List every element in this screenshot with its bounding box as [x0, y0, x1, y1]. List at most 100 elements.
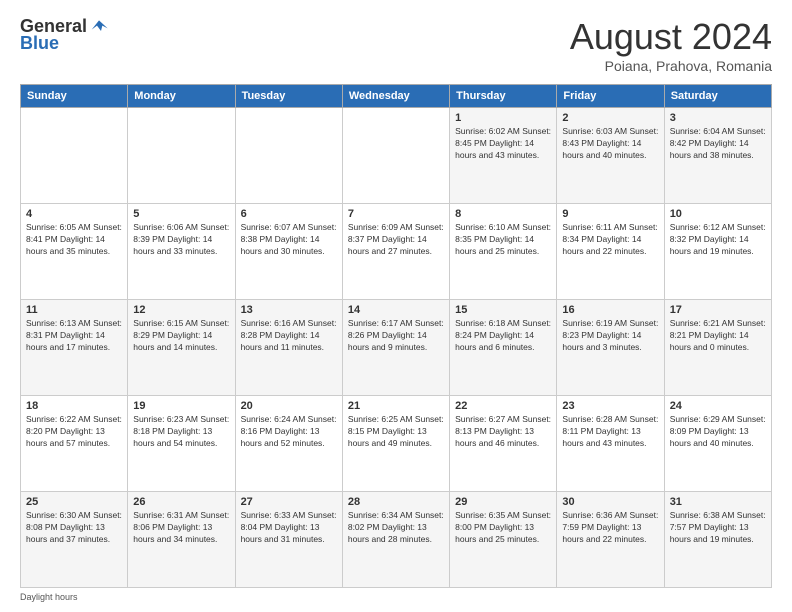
calendar-cell: 31 Sunrise: 6:38 AM Sunset: 7:57 PM Dayli…: [664, 492, 771, 588]
calendar-week-row: 4 Sunrise: 6:05 AM Sunset: 8:41 PM Daylig…: [21, 204, 772, 300]
day-number: 3: [670, 112, 766, 124]
day-info: Sunrise: 6:21 AM Sunset: 8:21 PM Dayligh…: [670, 318, 766, 354]
page: General Blue August 2024 Poiana, Prahova…: [0, 0, 792, 612]
day-info: Sunrise: 6:03 AM Sunset: 8:43 PM Dayligh…: [562, 126, 658, 162]
month-title: August 2024: [570, 16, 772, 58]
day-number: 31: [670, 496, 766, 508]
calendar-cell: 26 Sunrise: 6:31 AM Sunset: 8:06 PM Dayli…: [128, 492, 235, 588]
calendar-cell: 23 Sunrise: 6:28 AM Sunset: 8:11 PM Dayli…: [557, 396, 664, 492]
calendar-cell: 25 Sunrise: 6:30 AM Sunset: 8:08 PM Dayli…: [21, 492, 128, 588]
day-number: 23: [562, 400, 658, 412]
logo-bird-icon: [89, 17, 109, 37]
day-number: 15: [455, 304, 551, 316]
calendar-cell: 12 Sunrise: 6:15 AM Sunset: 8:29 PM Dayli…: [128, 300, 235, 396]
day-number: 18: [26, 400, 122, 412]
calendar-week-row: 18Sunrise: 6:22 AM Sunset: 8:20 PM Dayli…: [21, 396, 772, 492]
day-number: 1: [455, 112, 551, 124]
day-number: 9: [562, 208, 658, 220]
day-number: 4: [26, 208, 122, 220]
day-info: Sunrise: 6:29 AM Sunset: 8:09 PM Dayligh…: [670, 414, 766, 450]
calendar-cell: 8 Sunrise: 6:10 AM Sunset: 8:35 PM Daylig…: [450, 204, 557, 300]
day-info: Sunrise: 6:27 AM Sunset: 8:13 PM Dayligh…: [455, 414, 551, 450]
weekday-header-friday: Friday: [557, 85, 664, 108]
weekday-header-sunday: Sunday: [21, 85, 128, 108]
day-info: Sunrise: 6:06 AM Sunset: 8:39 PM Dayligh…: [133, 222, 229, 258]
day-number: 8: [455, 208, 551, 220]
day-info: Sunrise: 6:30 AM Sunset: 8:08 PM Dayligh…: [26, 510, 122, 546]
day-info: Sunrise: 6:31 AM Sunset: 8:06 PM Dayligh…: [133, 510, 229, 546]
day-info: Sunrise: 6:19 AM Sunset: 8:23 PM Dayligh…: [562, 318, 658, 354]
calendar-cell: [21, 108, 128, 204]
day-info: Sunrise: 6:17 AM Sunset: 8:26 PM Dayligh…: [348, 318, 444, 354]
day-number: 30: [562, 496, 658, 508]
footer-note: Daylight hours: [20, 592, 772, 602]
calendar-cell: 1Sunrise: 6:02 AM Sunset: 8:45 PM Daylig…: [450, 108, 557, 204]
location-subtitle: Poiana, Prahova, Romania: [570, 58, 772, 74]
day-info: Sunrise: 6:10 AM Sunset: 8:35 PM Dayligh…: [455, 222, 551, 258]
day-info: Sunrise: 6:34 AM Sunset: 8:02 PM Dayligh…: [348, 510, 444, 546]
day-number: 17: [670, 304, 766, 316]
calendar-cell: 17 Sunrise: 6:21 AM Sunset: 8:21 PM Dayli…: [664, 300, 771, 396]
calendar-cell: 11Sunrise: 6:13 AM Sunset: 8:31 PM Dayli…: [21, 300, 128, 396]
day-info: Sunrise: 6:15 AM Sunset: 8:29 PM Dayligh…: [133, 318, 229, 354]
day-number: 25: [26, 496, 122, 508]
logo: General Blue: [20, 16, 109, 54]
calendar-header: SundayMondayTuesdayWednesdayThursdayFrid…: [21, 85, 772, 108]
day-number: 6: [241, 208, 337, 220]
day-info: Sunrise: 6:16 AM Sunset: 8:28 PM Dayligh…: [241, 318, 337, 354]
calendar-cell: 30Sunrise: 6:36 AM Sunset: 7:59 PM Dayli…: [557, 492, 664, 588]
calendar-cell: 9 Sunrise: 6:11 AM Sunset: 8:34 PM Daylig…: [557, 204, 664, 300]
calendar-cell: 21Sunrise: 6:25 AM Sunset: 8:15 PM Dayli…: [342, 396, 449, 492]
calendar-cell: 14 Sunrise: 6:17 AM Sunset: 8:26 PM Dayli…: [342, 300, 449, 396]
day-number: 12: [133, 304, 229, 316]
weekday-header-monday: Monday: [128, 85, 235, 108]
calendar-cell: 3Sunrise: 6:04 AM Sunset: 8:42 PM Daylig…: [664, 108, 771, 204]
weekday-header-saturday: Saturday: [664, 85, 771, 108]
calendar-cell: 29Sunrise: 6:35 AM Sunset: 8:00 PM Dayli…: [450, 492, 557, 588]
calendar-cell: 27 Sunrise: 6:33 AM Sunset: 8:04 PM Dayli…: [235, 492, 342, 588]
calendar-cell: 4 Sunrise: 6:05 AM Sunset: 8:41 PM Daylig…: [21, 204, 128, 300]
weekday-header-tuesday: Tuesday: [235, 85, 342, 108]
day-number: 19: [133, 400, 229, 412]
day-number: 2: [562, 112, 658, 124]
calendar-cell: [342, 108, 449, 204]
title-block: August 2024 Poiana, Prahova, Romania: [570, 16, 772, 74]
weekday-header-wednesday: Wednesday: [342, 85, 449, 108]
weekday-row: SundayMondayTuesdayWednesdayThursdayFrid…: [21, 85, 772, 108]
day-number: 29: [455, 496, 551, 508]
calendar-cell: 28Sunrise: 6:34 AM Sunset: 8:02 PM Dayli…: [342, 492, 449, 588]
calendar-cell: 20Sunrise: 6:24 AM Sunset: 8:16 PM Dayli…: [235, 396, 342, 492]
day-info: Sunrise: 6:09 AM Sunset: 8:37 PM Dayligh…: [348, 222, 444, 258]
logo-blue: Blue: [20, 33, 59, 54]
day-number: 7: [348, 208, 444, 220]
day-info: Sunrise: 6:18 AM Sunset: 8:24 PM Dayligh…: [455, 318, 551, 354]
calendar-body: 1Sunrise: 6:02 AM Sunset: 8:45 PM Daylig…: [21, 108, 772, 588]
day-number: 5: [133, 208, 229, 220]
day-info: Sunrise: 6:12 AM Sunset: 8:32 PM Dayligh…: [670, 222, 766, 258]
calendar-week-row: 11Sunrise: 6:13 AM Sunset: 8:31 PM Dayli…: [21, 300, 772, 396]
calendar-cell: 18Sunrise: 6:22 AM Sunset: 8:20 PM Dayli…: [21, 396, 128, 492]
day-info: Sunrise: 6:25 AM Sunset: 8:15 PM Dayligh…: [348, 414, 444, 450]
day-info: Sunrise: 6:38 AM Sunset: 7:57 PM Dayligh…: [670, 510, 766, 546]
calendar-cell: 19Sunrise: 6:23 AM Sunset: 8:18 PM Dayli…: [128, 396, 235, 492]
day-info: Sunrise: 6:11 AM Sunset: 8:34 PM Dayligh…: [562, 222, 658, 258]
day-number: 16: [562, 304, 658, 316]
calendar-cell: 6Sunrise: 6:07 AM Sunset: 8:38 PM Daylig…: [235, 204, 342, 300]
day-info: Sunrise: 6:28 AM Sunset: 8:11 PM Dayligh…: [562, 414, 658, 450]
calendar-table: SundayMondayTuesdayWednesdayThursdayFrid…: [20, 84, 772, 588]
day-number: 10: [670, 208, 766, 220]
day-number: 11: [26, 304, 122, 316]
calendar-cell: 22Sunrise: 6:27 AM Sunset: 8:13 PM Dayli…: [450, 396, 557, 492]
calendar-cell: 2 Sunrise: 6:03 AM Sunset: 8:43 PM Daylig…: [557, 108, 664, 204]
day-info: Sunrise: 6:05 AM Sunset: 8:41 PM Dayligh…: [26, 222, 122, 258]
calendar-week-row: 25 Sunrise: 6:30 AM Sunset: 8:08 PM Dayli…: [21, 492, 772, 588]
day-info: Sunrise: 6:33 AM Sunset: 8:04 PM Dayligh…: [241, 510, 337, 546]
calendar-cell: 24 Sunrise: 6:29 AM Sunset: 8:09 PM Dayli…: [664, 396, 771, 492]
calendar-week-row: 1Sunrise: 6:02 AM Sunset: 8:45 PM Daylig…: [21, 108, 772, 204]
day-number: 24: [670, 400, 766, 412]
day-number: 26: [133, 496, 229, 508]
calendar-cell: 16 Sunrise: 6:19 AM Sunset: 8:23 PM Dayli…: [557, 300, 664, 396]
day-number: 27: [241, 496, 337, 508]
day-number: 14: [348, 304, 444, 316]
day-number: 13: [241, 304, 337, 316]
